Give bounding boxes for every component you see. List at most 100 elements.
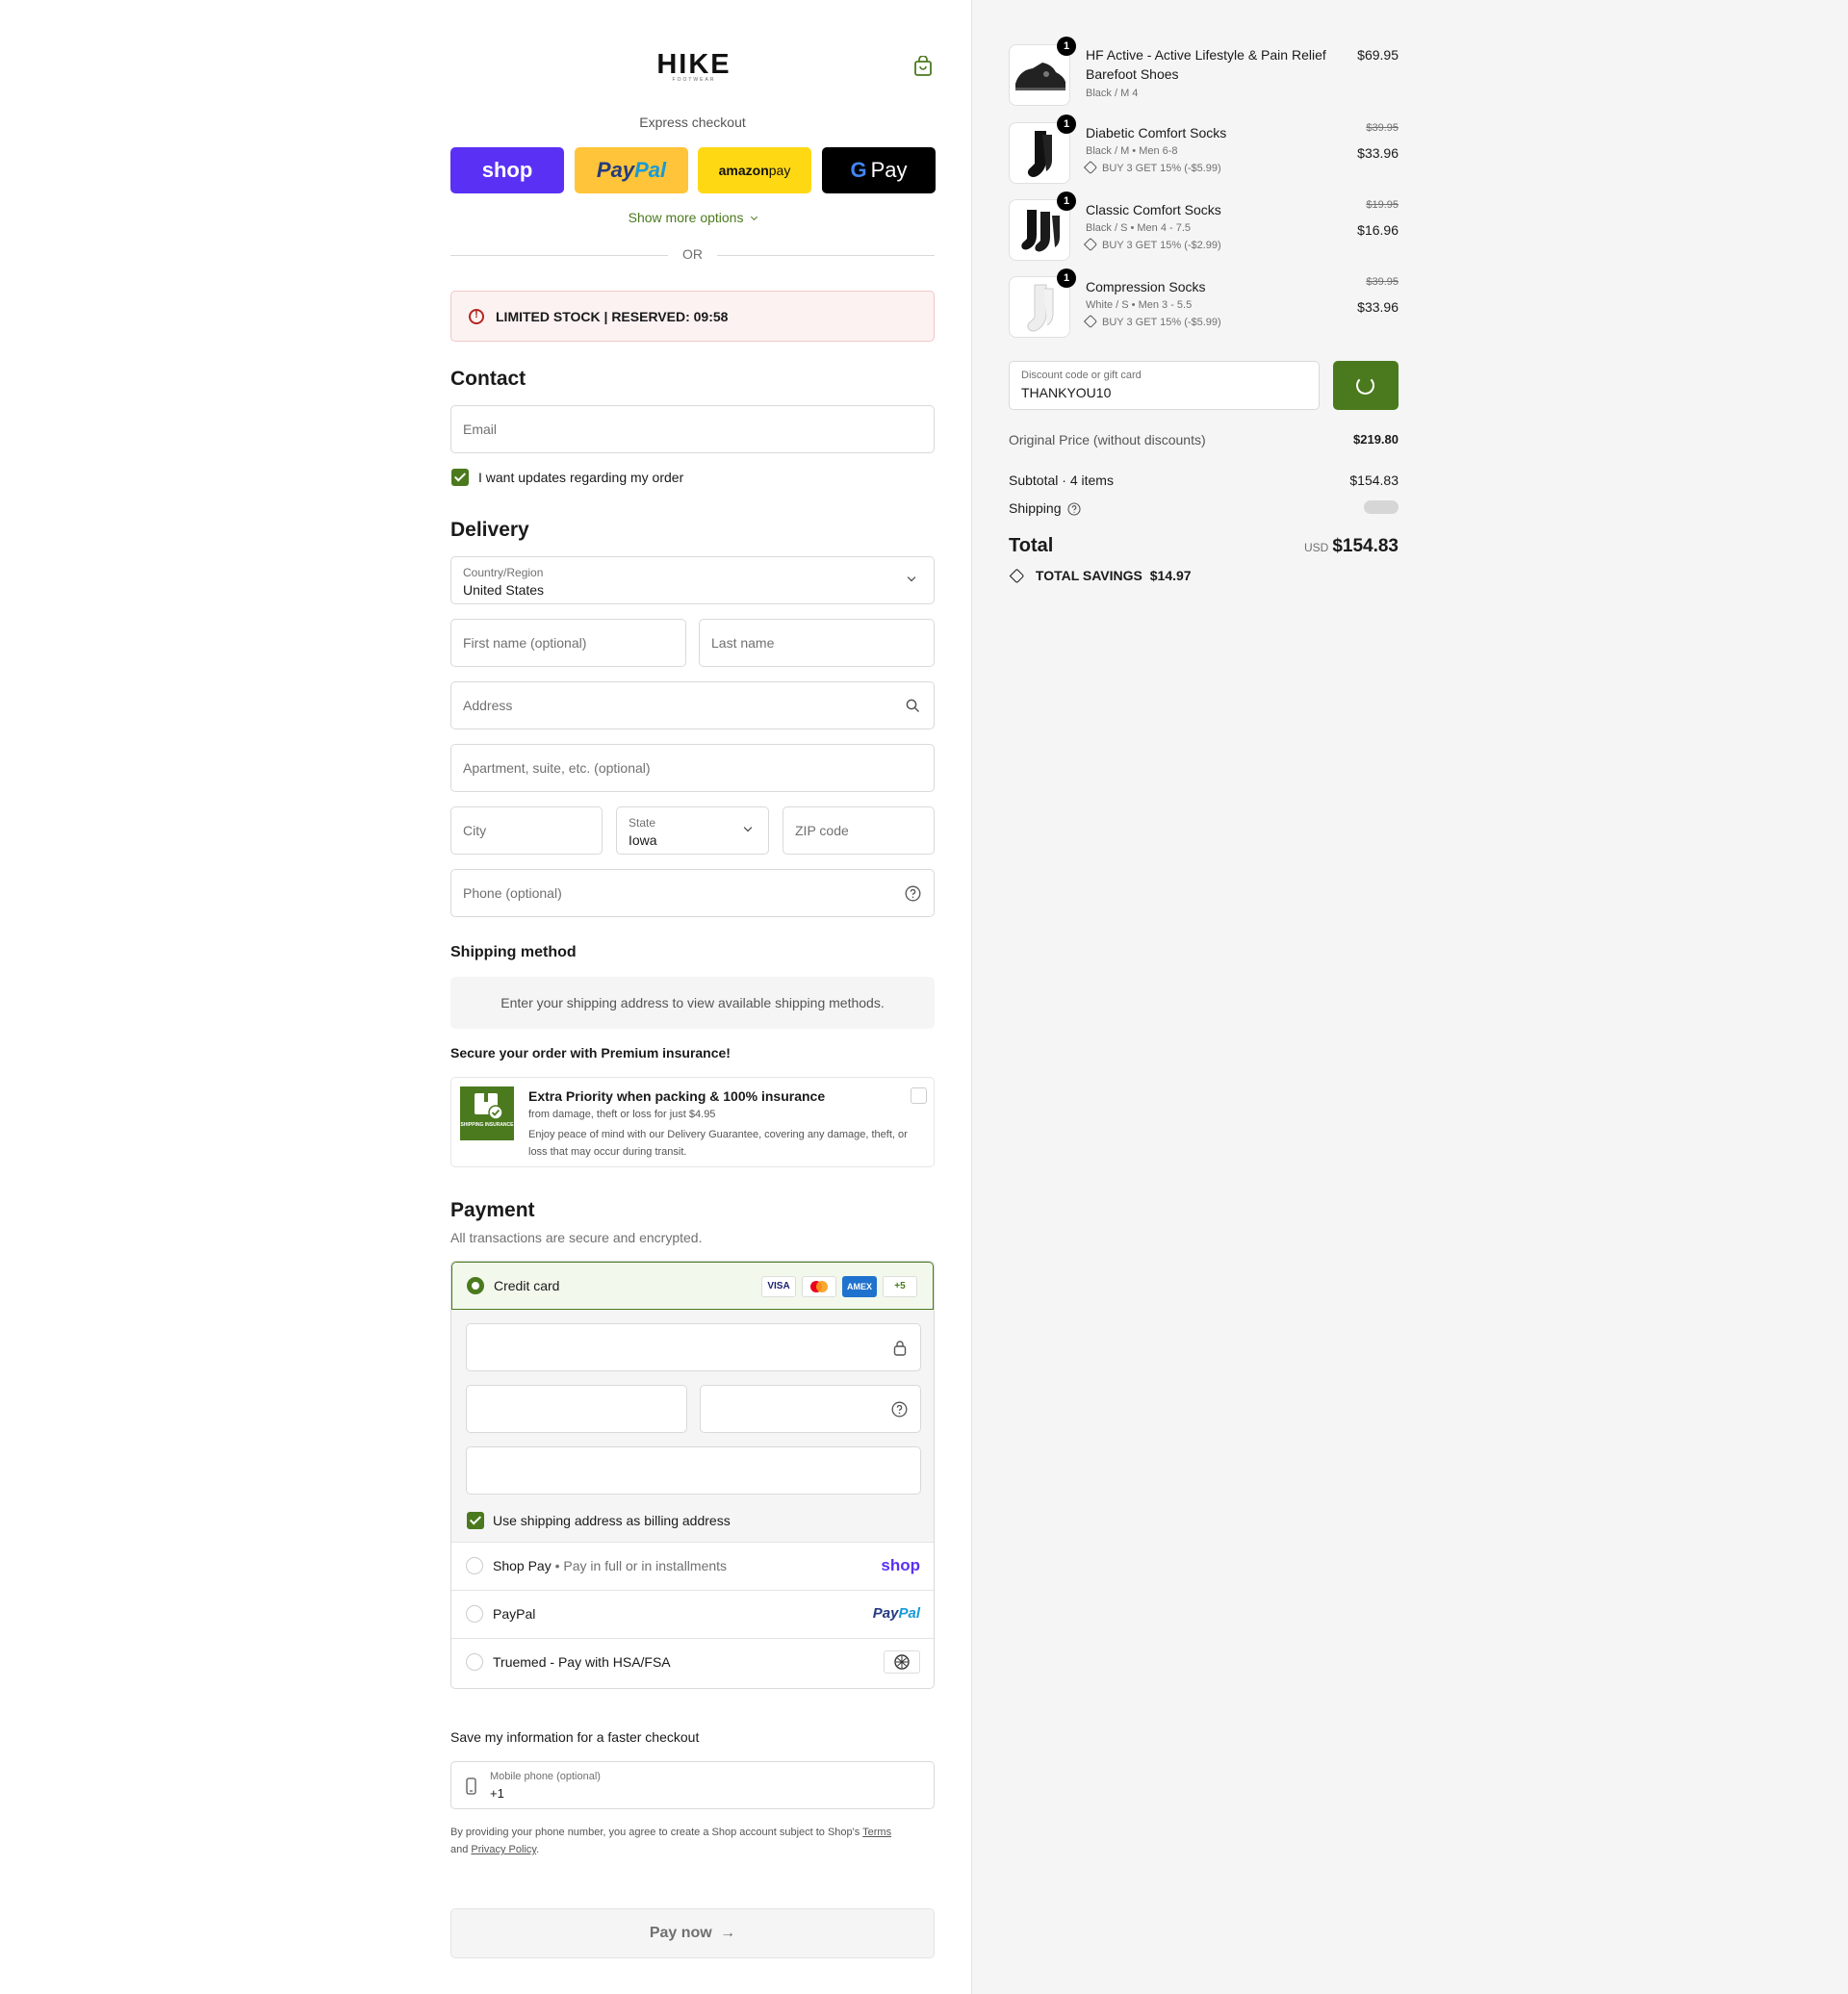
truemed-radio[interactable] [466, 1653, 483, 1671]
paypal-radio[interactable] [466, 1605, 483, 1623]
insurance-price-line: from damage, theft or loss for just $4.9… [528, 1109, 716, 1120]
zip-field[interactable]: ZIP code [783, 806, 935, 855]
quantity-badge: 1 [1057, 115, 1076, 134]
insurance-title: Extra Priority when packing & 100% insur… [528, 1088, 826, 1104]
email-placeholder: Email [463, 422, 498, 437]
shopping-bag-icon[interactable] [913, 56, 933, 77]
credit-card-label: Credit card [494, 1278, 560, 1293]
subtotal-label: Subtotal · 4 items [1009, 473, 1114, 488]
item-name: Diabetic Comfort Socks [1086, 125, 1227, 141]
expiration-date-field[interactable] [466, 1385, 687, 1433]
name-on-card-field[interactable] [466, 1446, 921, 1495]
amazon-logo-part2: pay [768, 163, 791, 178]
lock-icon [893, 1341, 907, 1356]
paypal-option[interactable]: PayPal PayPal [451, 1590, 934, 1638]
tag-icon [1009, 568, 1025, 584]
item-discount-text: BUY 3 GET 15% (-$5.99) [1102, 317, 1221, 328]
amex-icon: AMEX [842, 1276, 877, 1297]
mobile-phone-field[interactable]: Mobile phone (optional) +1 [450, 1761, 935, 1809]
paypal-button[interactable]: Pay Pal [575, 147, 688, 193]
shop-pay-option[interactable]: Shop Pay • Pay in full or in installment… [451, 1542, 934, 1590]
amazon-logo-part1: amazon [718, 163, 769, 178]
google-pay-button[interactable]: G Pay [822, 147, 936, 193]
paypal-logo: PayPal [873, 1605, 920, 1622]
pay-now-button[interactable]: Pay now → [450, 1908, 935, 1958]
order-item: 1 Compression Socks White / S • Men 3 - … [1009, 268, 1399, 340]
chevron-down-icon [907, 573, 916, 582]
city-placeholder: City [463, 823, 487, 838]
first-name-field[interactable]: First name (optional) [450, 619, 686, 667]
phone-field[interactable]: Phone (optional) [450, 869, 935, 917]
or-text: OR [682, 246, 703, 262]
item-price: $33.96 [1357, 299, 1399, 315]
billing-address-checkbox[interactable] [467, 1512, 484, 1529]
mobile-phone-label: Mobile phone (optional) [490, 1771, 601, 1782]
truemed-label: Truemed - Pay with HSA/FSA [493, 1654, 671, 1670]
separator-dot: • [554, 1558, 560, 1573]
apartment-field[interactable]: Apartment, suite, etc. (optional) [450, 744, 935, 792]
google-pay-label: Pay [870, 158, 908, 182]
tag-icon [1083, 314, 1098, 329]
loading-spinner-icon [1356, 376, 1374, 395]
first-name-placeholder: First name (optional) [463, 635, 587, 651]
total-savings-label: TOTAL SAVINGS [1035, 568, 1142, 583]
subtotal-row: Subtotal · 4 items $154.83 [1009, 473, 1399, 488]
item-original-price: $39.95 [1366, 122, 1399, 134]
paypal-logo-part2: Pal [898, 1605, 920, 1622]
item-original-price: $19.95 [1366, 199, 1399, 211]
shop-pay-label: Shop Pay • Pay in full or in installment… [493, 1558, 727, 1573]
insurance-description: Enjoy peace of mind with our Delivery Gu… [528, 1129, 908, 1158]
item-variant: Black / M • Men 6-8 [1086, 145, 1178, 157]
show-more-options-link[interactable]: Show more options [450, 210, 935, 225]
card-number-field[interactable] [466, 1323, 921, 1371]
apply-discount-button[interactable] [1333, 361, 1399, 410]
limited-stock-banner: LIMITED STOCK | RESERVED: 09:58 [450, 291, 935, 342]
item-discount: BUY 3 GET 15% (-$5.99) [1083, 314, 1221, 329]
country-select[interactable]: Country/Region United States [450, 556, 935, 604]
item-discount-text: BUY 3 GET 15% (-$5.99) [1102, 163, 1221, 174]
state-label: State [629, 816, 656, 830]
privacy-policy-link[interactable]: Privacy Policy [471, 1844, 536, 1855]
phone-placeholder: Phone (optional) [463, 885, 562, 901]
address-field[interactable]: Address [450, 681, 935, 729]
terms-text-part1: By providing your phone number, you agre… [450, 1827, 863, 1838]
delivery-title: Delivery [450, 519, 529, 541]
state-select[interactable]: State Iowa [616, 806, 769, 855]
security-code-field[interactable] [700, 1385, 921, 1433]
credit-card-option[interactable]: Credit card VISA AMEX +5 [451, 1262, 934, 1310]
terms-link[interactable]: Terms [862, 1827, 891, 1838]
original-price-label: Original Price (without discounts) [1009, 432, 1206, 447]
help-circle-icon[interactable] [891, 1401, 908, 1418]
quantity-badge: 1 [1057, 37, 1076, 56]
terms-text-part2: and [450, 1844, 472, 1855]
shipping-loading-placeholder [1364, 500, 1399, 514]
shop-pay-button[interactable]: shop [450, 147, 564, 193]
order-item: 1 HF Active - Active Lifestyle & Pain Re… [1009, 37, 1399, 108]
email-field[interactable]: Email [450, 405, 935, 453]
item-price: $69.95 [1357, 47, 1399, 63]
help-circle-icon[interactable] [1067, 502, 1081, 516]
brand-logo[interactable]: HIKE FOOTWEAR [654, 50, 733, 83]
mobile-phone-value: +1 [490, 1786, 504, 1801]
insurance-checkbox[interactable] [911, 1087, 927, 1104]
item-discount-text: BUY 3 GET 15% (-$2.99) [1102, 240, 1221, 251]
city-field[interactable]: City [450, 806, 603, 855]
visa-icon: VISA [761, 1276, 796, 1297]
contact-title: Contact [450, 368, 526, 390]
shipping-row: Shipping [1009, 499, 1399, 516]
updates-checkbox[interactable] [451, 469, 469, 486]
insurance-option[interactable]: SHIPPING INSURANCE Extra Priority when p… [450, 1077, 935, 1167]
alert-circle-icon [469, 308, 484, 324]
state-value: Iowa [629, 832, 657, 848]
chevron-down-icon [743, 823, 753, 832]
shop-pay-radio[interactable] [466, 1557, 483, 1574]
discount-code-field[interactable]: Discount code or gift card THANKYOU10 [1009, 361, 1320, 410]
shipping-method-title: Shipping method [450, 944, 577, 960]
amazon-pay-button[interactable]: amazon pay [698, 147, 811, 193]
logo-text: HIKE [656, 49, 732, 80]
help-circle-icon[interactable] [905, 885, 921, 902]
last-name-field[interactable]: Last name [699, 619, 935, 667]
truemed-option[interactable]: Truemed - Pay with HSA/FSA [451, 1638, 934, 1686]
credit-card-radio[interactable] [467, 1277, 484, 1294]
item-price: $16.96 [1357, 222, 1399, 238]
